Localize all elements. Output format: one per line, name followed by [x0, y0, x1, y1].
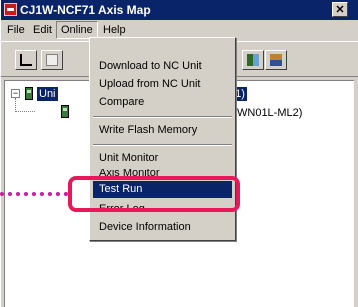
menu-item-device-info[interactable]: Device Information — [93, 219, 232, 236]
toolbar-icon-2 — [46, 54, 58, 66]
toolbar-icon-4 — [270, 54, 282, 66]
menu-item-unit-monitor[interactable]: Unit Monitor — [93, 150, 232, 167]
toolbar-button-3[interactable] — [242, 50, 264, 70]
title-bar: CJ1W-NCF71 Axis Map ✕ — [1, 0, 358, 20]
tree-connector — [15, 98, 16, 112]
toolbar-button-1[interactable] — [15, 50, 37, 70]
close-button[interactable]: ✕ — [332, 2, 348, 17]
menu-separator — [93, 144, 232, 146]
menu-file[interactable]: File — [3, 22, 29, 38]
menu-item-download[interactable]: Download to NC Unit — [93, 58, 232, 75]
callout-pointer — [0, 192, 68, 196]
tree-root-label[interactable]: Uni — [37, 87, 58, 101]
toolbar-icon-1 — [20, 54, 32, 66]
window-title: CJ1W-NCF71 Axis Map — [20, 3, 151, 17]
tree-connector — [15, 111, 35, 112]
tree-collapse-icon[interactable]: − — [11, 89, 20, 98]
menu-item-upload[interactable]: Upload from NC Unit — [93, 76, 232, 93]
app-icon — [4, 3, 17, 16]
menu-edit[interactable]: Edit — [29, 22, 56, 38]
callout-highlight — [68, 176, 240, 212]
toolbar-icon-3 — [247, 54, 259, 66]
toolbar-button-2[interactable] — [41, 50, 63, 70]
toolbar-button-4[interactable] — [265, 50, 287, 70]
node-icon — [25, 87, 33, 100]
menu-item-compare[interactable]: Compare — [93, 94, 232, 111]
tree-child-label[interactable]: WN01L-ML2) — [237, 107, 302, 119]
close-icon: ✕ — [335, 4, 345, 16]
menu-item-write-flash[interactable]: Write Flash Memory — [93, 122, 232, 139]
menu-help[interactable]: Help — [99, 22, 130, 38]
menu-separator — [93, 116, 232, 118]
node-icon — [61, 105, 69, 118]
